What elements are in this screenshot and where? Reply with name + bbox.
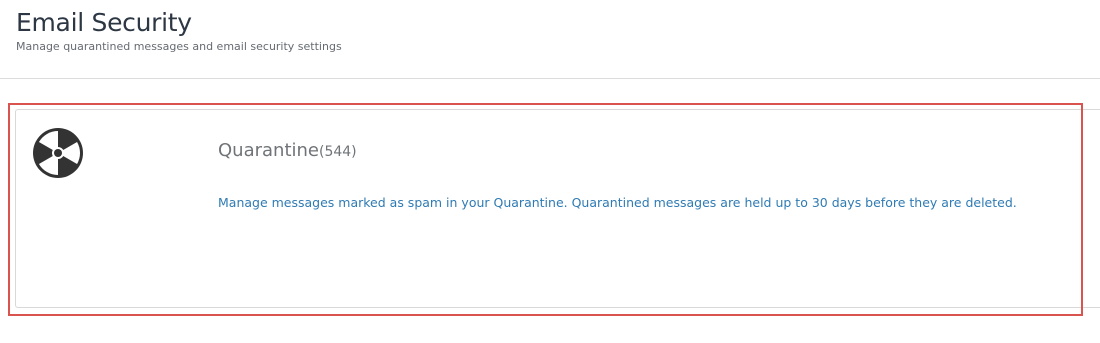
- quarantine-title[interactable]: Quarantine(544): [218, 140, 357, 163]
- quarantine-description: Manage messages marked as spam in your Q…: [218, 195, 1017, 210]
- radiation-icon: [32, 127, 84, 179]
- page-subtitle: Manage quarantined messages and email se…: [16, 40, 342, 53]
- quarantine-count-badge: (544): [319, 144, 357, 160]
- page-header: Email Security Manage quarantined messag…: [16, 6, 342, 54]
- header-divider: [0, 78, 1100, 79]
- quarantine-title-label[interactable]: Quarantine: [218, 140, 319, 161]
- email-security-page: Email Security Manage quarantined messag…: [0, 0, 1100, 343]
- page-title: Email Security: [16, 8, 192, 37]
